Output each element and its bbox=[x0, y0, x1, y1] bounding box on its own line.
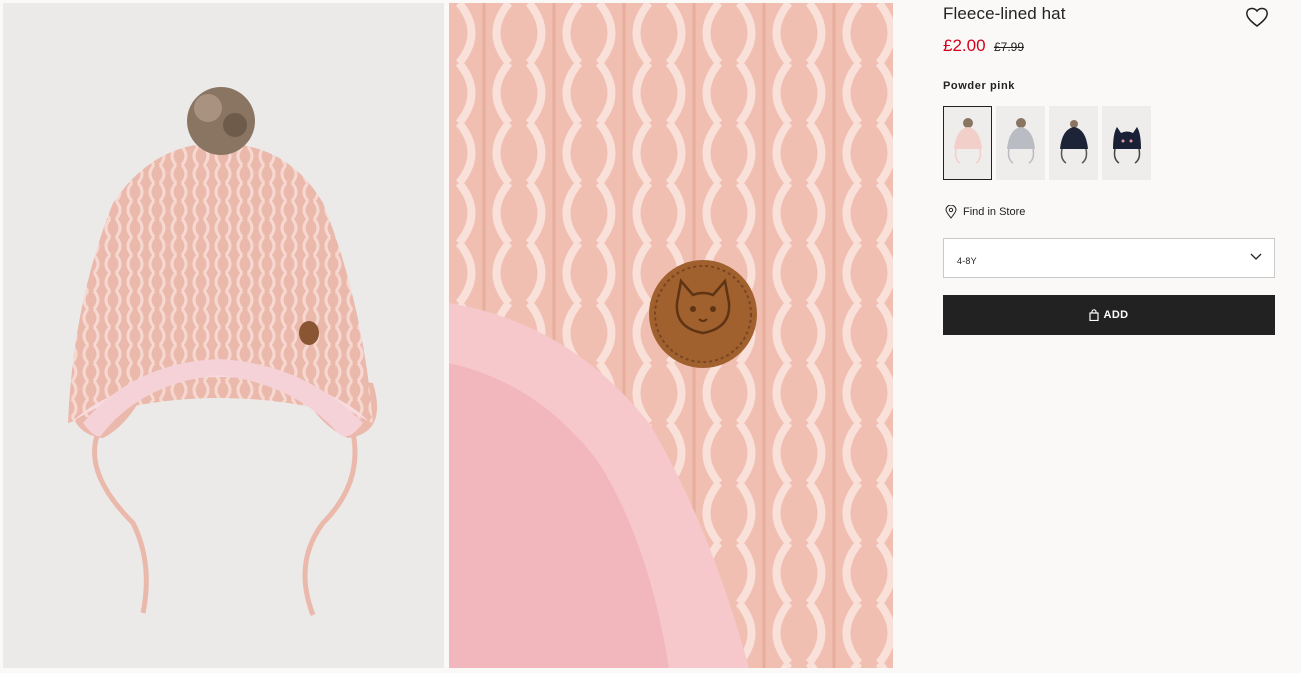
product-gallery bbox=[0, 0, 893, 668]
swatch-grey[interactable] bbox=[996, 106, 1045, 180]
hat-thumbnail-navy bbox=[1059, 120, 1088, 164]
hat-full-illustration bbox=[68, 87, 378, 616]
hat-thumbnail-pink bbox=[953, 118, 982, 164]
product-title: Fleece-lined hat bbox=[943, 4, 1066, 23]
size-dropdown[interactable]: 4-8Y bbox=[943, 238, 1275, 278]
map-pin-icon bbox=[945, 205, 957, 219]
swatch-navy[interactable] bbox=[1049, 106, 1098, 180]
add-to-bag-button[interactable]: ADD bbox=[943, 295, 1275, 335]
sale-price: £2.00 bbox=[943, 36, 986, 55]
price-row: £2.00 £7.99 bbox=[943, 36, 1024, 56]
size-selected-value: 4-8Y bbox=[957, 256, 977, 266]
hat-closeup-illustration bbox=[449, 3, 893, 668]
swatch-navy-cat[interactable] bbox=[1102, 106, 1151, 180]
hat-thumbnail-grey bbox=[1006, 118, 1035, 164]
selected-color-label: Powder pink bbox=[943, 80, 1015, 92]
shopping-bag-icon bbox=[1089, 309, 1100, 321]
add-button-label: ADD bbox=[1103, 309, 1129, 321]
chevron-down-icon bbox=[1250, 253, 1262, 260]
product-image-detail[interactable] bbox=[449, 3, 893, 668]
title-row: Fleece-lined hat bbox=[943, 4, 1275, 28]
color-swatches bbox=[943, 106, 1151, 180]
find-in-store-label: Find in Store bbox=[963, 206, 1026, 218]
find-in-store-link[interactable]: Find in Store bbox=[945, 205, 1025, 219]
heart-outline-icon[interactable] bbox=[1245, 6, 1269, 28]
hat-thumbnail-navy-cat bbox=[1112, 127, 1141, 164]
swatch-powder-pink[interactable] bbox=[943, 106, 992, 180]
original-price: £7.99 bbox=[994, 40, 1025, 54]
product-image-main[interactable] bbox=[3, 3, 444, 668]
